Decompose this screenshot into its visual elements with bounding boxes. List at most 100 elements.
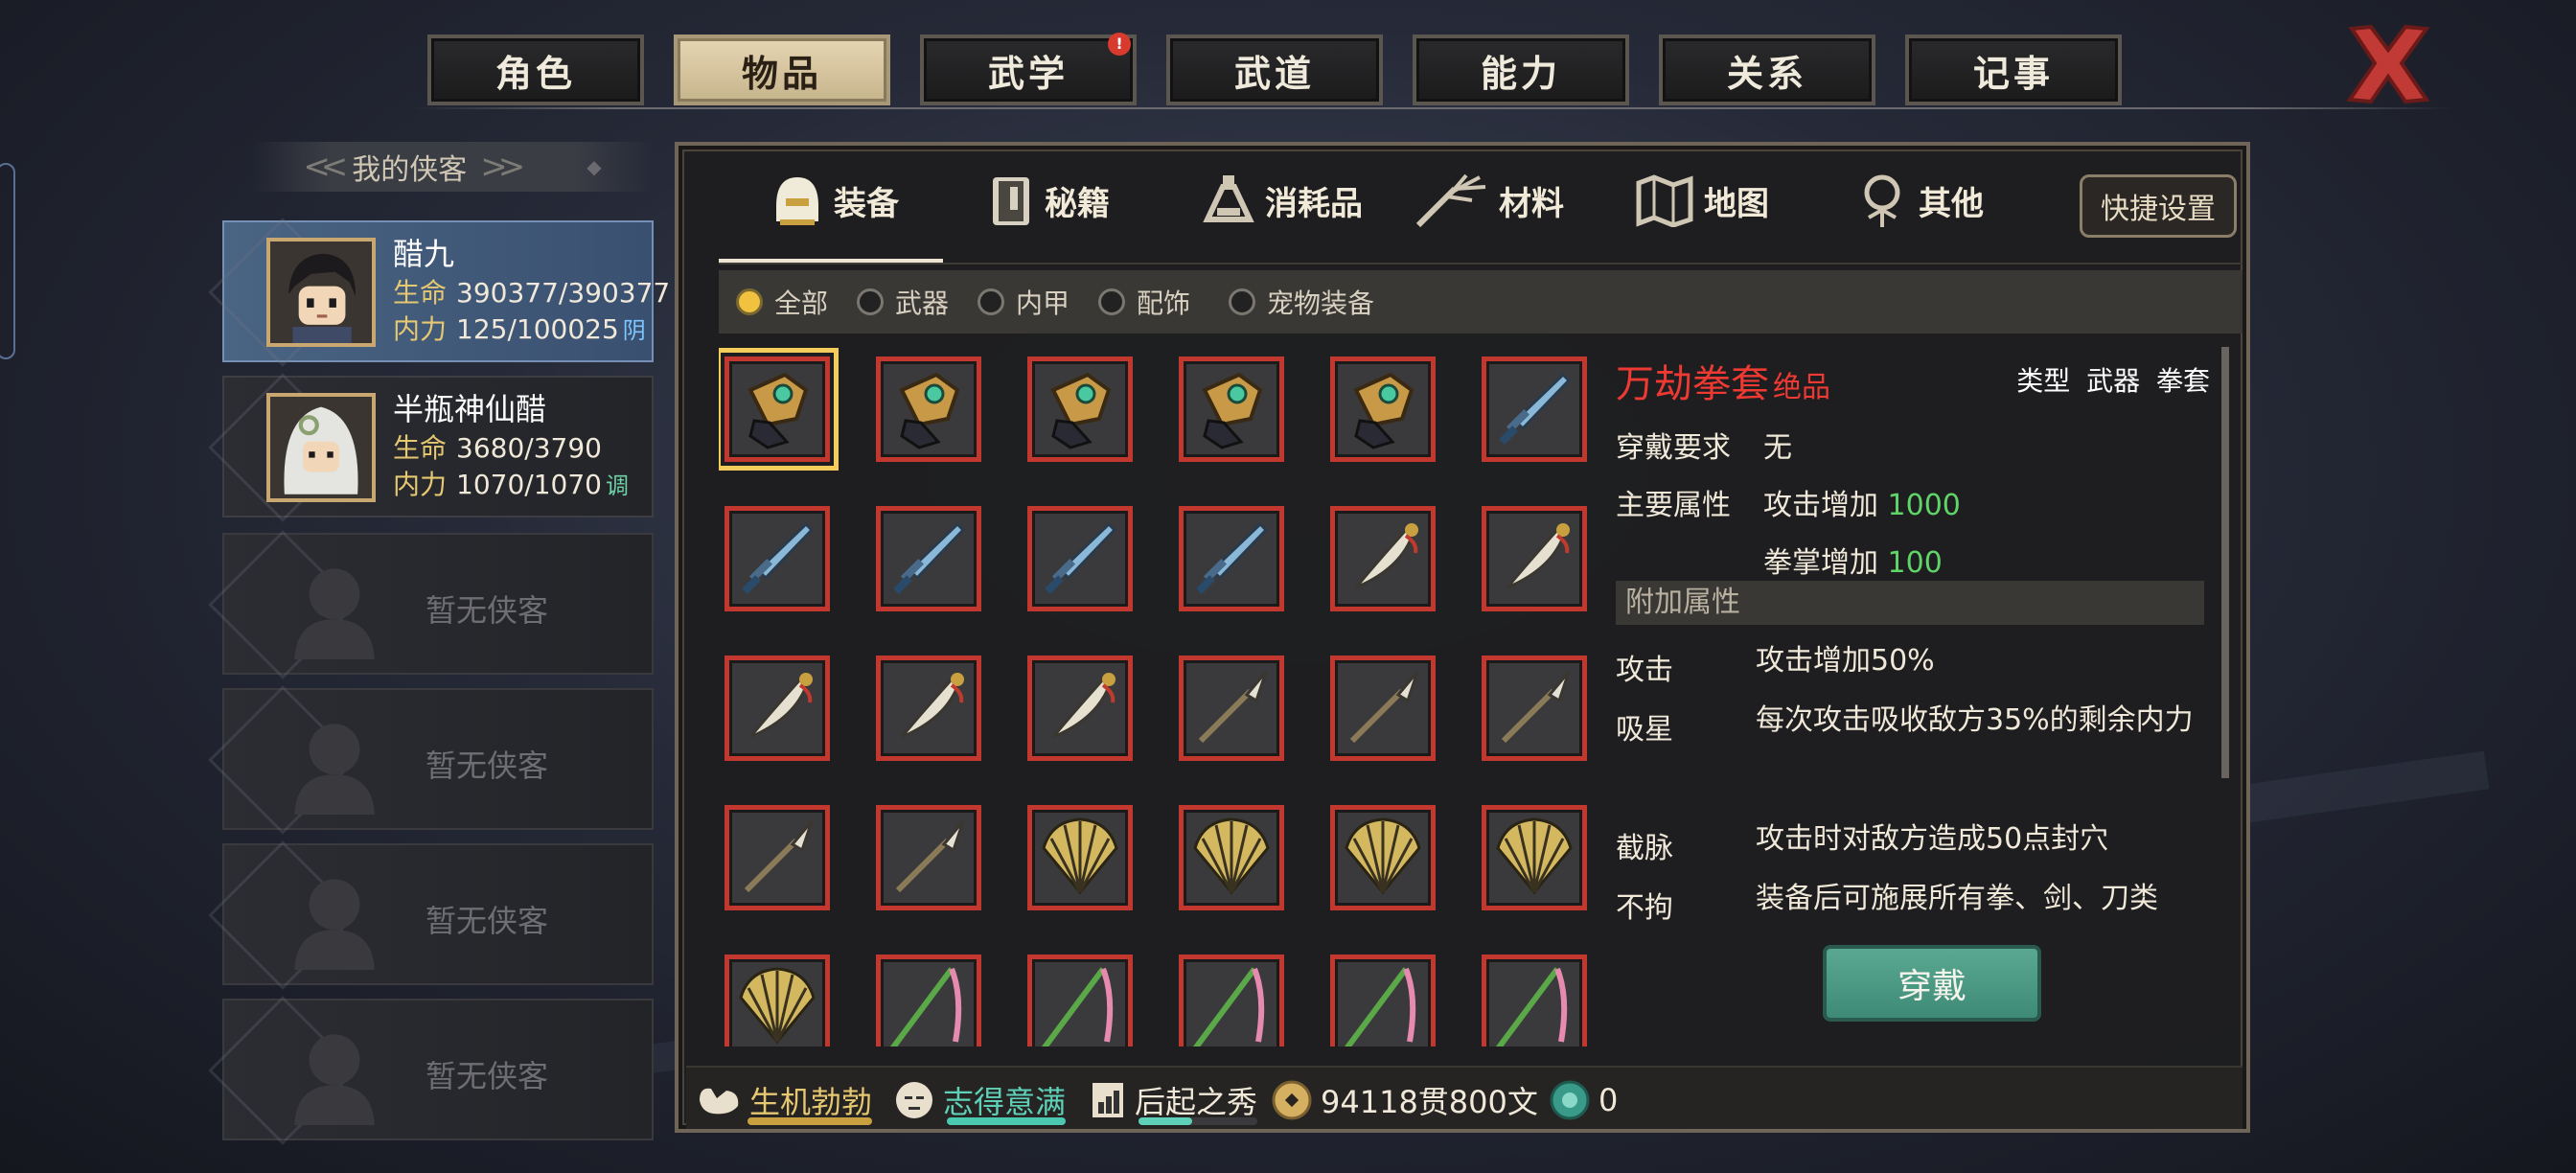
empty-hero-slot[interactable]: 暂无侠客 (208, 530, 654, 679)
item-type: 类型 武器 拳套 (2016, 365, 2210, 397)
filter-armor[interactable]: 内甲 (978, 270, 1070, 334)
tab-martial-path[interactable]: 武道 (1166, 34, 1383, 105)
filter-pet-equipment[interactable]: 宠物装备 (1229, 270, 1374, 334)
tab-character[interactable]: 角色 (427, 34, 644, 105)
sword-icon (1032, 511, 1128, 607)
inventory-slot[interactable] (1482, 506, 1587, 611)
item-grade: 绝品 (1773, 371, 1830, 404)
inventory-slot[interactable] (1027, 805, 1133, 910)
tab-abilities[interactable]: 能力 (1413, 34, 1629, 105)
inventory-slot[interactable] (1179, 506, 1284, 611)
gem-text: 0 (1598, 1082, 1619, 1118)
filter-weapons[interactable]: 武器 (857, 270, 949, 334)
hp-label: 生命 (393, 277, 448, 309)
tab-label: 物品 (741, 52, 822, 95)
category-tab-label: 其他 (1919, 184, 1984, 223)
hero-card[interactable]: 醋九 生命 390377/390377 内力 125/100025 阴 (208, 218, 670, 367)
inventory-slot[interactable] (876, 356, 981, 462)
inventory-slot[interactable] (876, 954, 981, 1046)
tab-items[interactable]: 物品 (674, 34, 890, 105)
heroes-header-title: 我的侠客 (352, 153, 468, 187)
muscle-icon (700, 1088, 739, 1115)
category-tab-manuals[interactable]: 秘籍 (987, 167, 1110, 234)
category-tab-label: 地图 (1704, 184, 1769, 223)
tab-martial-arts[interactable]: 武学! (920, 33, 1137, 105)
filter-all[interactable]: 全部 (736, 270, 828, 334)
category-tab-materials[interactable]: 材料 (1413, 167, 1564, 234)
sword-icon (729, 511, 825, 607)
filter-accessories[interactable]: 配饰 (1098, 270, 1190, 334)
inventory-slot[interactable] (1179, 805, 1284, 910)
inventory-slot[interactable] (1027, 356, 1133, 462)
inventory-slot[interactable] (1482, 656, 1587, 761)
radio-unselected (857, 288, 884, 315)
inventory-slot[interactable] (1482, 356, 1587, 462)
inventory-slot[interactable] (876, 656, 981, 761)
spear-icon (1486, 660, 1582, 756)
inventory-slot[interactable] (1482, 954, 1587, 1046)
main-attr-label: 主要属性 (1616, 489, 1731, 522)
empty-hero-slot[interactable]: 暂无侠客 (208, 685, 654, 835)
effect-desc: 攻击增加50% (1756, 644, 1935, 678)
quick-settings-button[interactable]: 快捷设置 (2080, 174, 2237, 238)
mp-label: 内力 (393, 469, 448, 500)
hero-hp: 生命 3680/3790 (393, 427, 602, 466)
saber-icon (1335, 511, 1431, 607)
side-handle[interactable] (0, 163, 15, 359)
inventory-slot[interactable] (724, 805, 830, 910)
chevron-left-icon[interactable]: << (303, 148, 348, 186)
mood-text: 志得意满 (943, 1084, 1067, 1120)
tab-journal[interactable]: 记事 (1905, 34, 2122, 105)
vigor-bar (748, 1117, 872, 1125)
hero-mp: 内力 125/100025 阴 (393, 309, 646, 347)
money-status: 94118贯800文 (1271, 1077, 1538, 1123)
hero-card[interactable]: 半瓶神仙醋 生命 3680/3790 内力 1070/1070 调 (208, 373, 654, 522)
detail-scrollbar[interactable] (2221, 347, 2229, 778)
main-attr-row: 主要属性 攻击增加 1000 (1616, 481, 1961, 523)
inventory-slot[interactable] (724, 656, 830, 761)
fan-icon (1335, 810, 1431, 906)
notification-badge: ! (1108, 33, 1131, 56)
empty-hero-slot[interactable]: 暂无侠客 (208, 840, 654, 990)
tab-relations[interactable]: 关系 (1659, 34, 1875, 105)
chevron-right-icon[interactable]: >> (480, 148, 525, 186)
tab-label: 武学 (987, 52, 1069, 95)
empty-slot-label: 暂无侠客 (426, 592, 549, 629)
inventory-slot[interactable] (1330, 805, 1436, 910)
radio-unselected (1229, 288, 1255, 315)
inventory-slot[interactable] (1330, 656, 1436, 761)
inventory-slot[interactable] (724, 506, 830, 611)
spear-icon (1335, 660, 1431, 756)
empty-hero-slot[interactable]: 暂无侠客 (208, 996, 654, 1145)
inventory-slot[interactable] (1179, 656, 1284, 761)
inventory-slot[interactable] (1330, 356, 1436, 462)
category-tab-maps[interactable]: 地图 (1635, 167, 1769, 234)
inventory-slot[interactable] (876, 805, 981, 910)
category-tab-consumables[interactable]: 消耗品 (1202, 167, 1363, 234)
inventory-slot[interactable] (1482, 805, 1587, 910)
inventory-slot[interactable] (1027, 656, 1133, 761)
inventory-slot[interactable] (1027, 506, 1133, 611)
inventory-slot[interactable] (719, 348, 839, 471)
inventory-slot[interactable] (724, 954, 830, 1046)
close-button[interactable] (2342, 21, 2434, 107)
whip-icon (1184, 959, 1279, 1046)
item-grid (719, 347, 1600, 1046)
helmet-icon (776, 177, 818, 225)
category-tab-label: 材料 (1499, 184, 1564, 223)
inventory-slot[interactable] (876, 506, 981, 611)
equip-button[interactable]: 穿戴 (1823, 945, 2041, 1022)
hero-name: 半瓶神仙醋 (393, 391, 547, 427)
inventory-slot[interactable] (1330, 954, 1436, 1046)
inventory-slot[interactable] (1179, 356, 1284, 462)
inventory-slot[interactable] (1027, 954, 1133, 1046)
category-tab-others[interactable]: 其他 (1855, 167, 1984, 234)
rank-bar-track (1138, 1117, 1257, 1125)
inventory-slot[interactable] (1179, 954, 1284, 1046)
inventory-slot[interactable] (1330, 506, 1436, 611)
radio-unselected (1098, 288, 1125, 315)
avatar (266, 238, 376, 347)
empty-slot-label: 暂无侠客 (426, 748, 549, 784)
category-tab-equipment[interactable]: 装备 (770, 167, 899, 234)
book-icon (993, 177, 1029, 225)
